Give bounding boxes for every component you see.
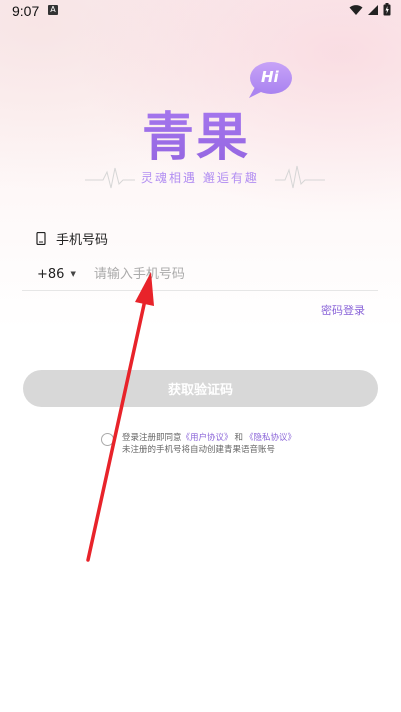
app-title: 青果 — [142, 95, 250, 170]
hi-bubble-logo: Hi — [245, 60, 293, 104]
privacy-agreement-link[interactable]: 《隐私协议》 — [245, 433, 296, 443]
status-bar: 9:07 A — [0, 0, 401, 22]
agreement-note: 未注册的手机号将自动创建青果语音账号 — [122, 445, 276, 455]
agreement-prefix: 登录注册即同意 — [122, 433, 182, 443]
dropdown-arrow-icon[interactable]: ▼ — [70, 270, 75, 278]
phone-icon — [36, 232, 46, 245]
agreement-text: 登录注册即同意《用户协议》和《隐私协议》 未注册的手机号将自动创建青果语音账号 — [122, 432, 296, 456]
phone-input-row: +86 ▼ — [22, 258, 378, 291]
app-slogan: 灵魂相遇 邂逅有趣 — [141, 171, 259, 185]
status-time: 9:07 — [12, 3, 40, 19]
country-code-selector[interactable]: +86 — [37, 267, 64, 282]
notification-icon: A — [48, 5, 58, 15]
wifi-icon — [349, 4, 363, 15]
hi-bubble-text: Hi — [261, 68, 279, 86]
agreement-checkbox[interactable] — [101, 433, 114, 446]
phone-label-row: 手机号码 — [36, 229, 108, 248]
phone-label: 手机号码 — [56, 233, 109, 248]
get-code-button-label: 获取验证码 — [167, 383, 233, 398]
user-agreement-link[interactable]: 《用户协议》 — [182, 433, 233, 443]
battery-icon — [383, 3, 391, 16]
signal-icon — [368, 4, 378, 15]
status-icons — [349, 3, 391, 16]
password-login-link[interactable]: 密码登录 — [321, 302, 365, 318]
get-verification-code-button[interactable]: 获取验证码 — [23, 370, 378, 407]
agreement-and: 和 — [234, 433, 244, 443]
phone-number-input[interactable] — [91, 265, 326, 283]
